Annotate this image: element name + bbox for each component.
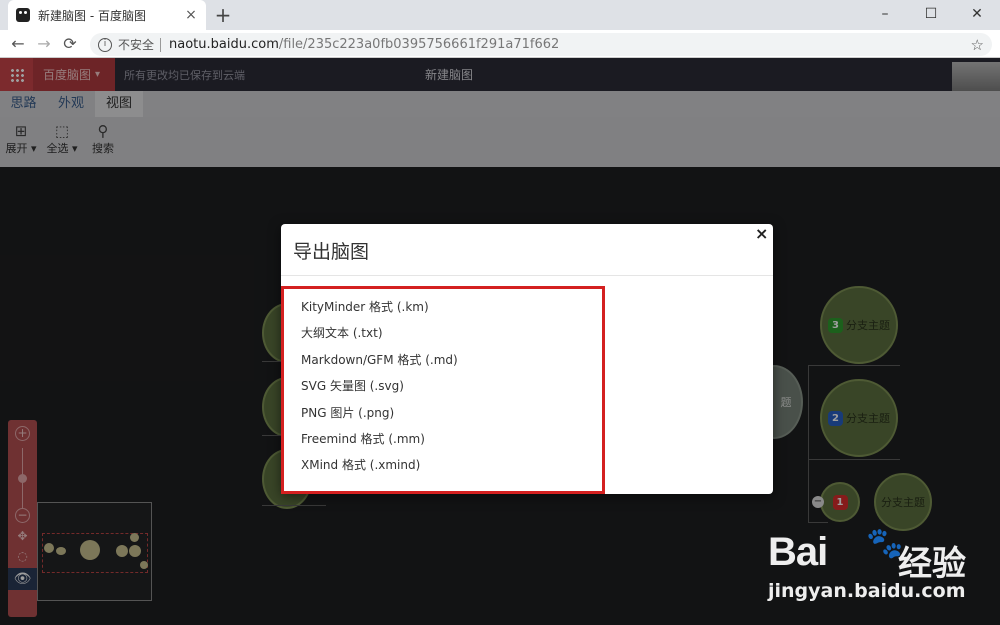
- url-separator: [160, 37, 162, 52]
- forward-icon[interactable]: →: [34, 34, 54, 54]
- address-bar-row: ← → ⟳ i 不安全 naotu.baidu.com /file/235c22…: [0, 30, 1000, 58]
- maximize-icon[interactable]: ☐: [908, 0, 954, 30]
- export-format-mm[interactable]: Freemind 格式 (.mm): [301, 430, 425, 447]
- new-tab-button[interactable]: +: [212, 3, 234, 27]
- export-format-md[interactable]: Markdown/GFM 格式 (.md): [301, 351, 458, 368]
- tab-title: 新建脑图 - 百度脑图: [38, 8, 146, 23]
- window-close-icon[interactable]: ✕: [954, 0, 1000, 30]
- browser-tab-bar: 新建脑图 - 百度脑图 × + – ☐ ✕: [0, 0, 1000, 30]
- url-field[interactable]: i 不安全 naotu.baidu.com /file/235c223a0fb0…: [90, 33, 992, 56]
- baidu-favicon-icon: [16, 8, 30, 22]
- dialog-title: 导出脑图: [281, 224, 773, 276]
- watermark-brand: Bai: [768, 530, 828, 574]
- browser-tab[interactable]: 新建脑图 - 百度脑图 ×: [8, 0, 206, 30]
- url-host: naotu.baidu.com: [169, 37, 279, 52]
- security-label: 不安全: [118, 38, 155, 52]
- export-format-txt[interactable]: 大纲文本 (.txt): [301, 324, 383, 341]
- baidu-jingyan-watermark: Bai 🐾 经验 jingyan.baidu.com: [768, 526, 1000, 625]
- export-format-svg[interactable]: SVG 矢量图 (.svg): [301, 377, 404, 394]
- watermark-url: jingyan.baidu.com: [768, 580, 966, 602]
- info-icon[interactable]: i: [98, 37, 112, 52]
- url-path: /file/235c223a0fb0395756661f291a71f662: [278, 37, 560, 52]
- export-dialog: 导出脑图 × KityMinder 格式 (.km) 大纲文本 (.txt) M…: [281, 224, 773, 494]
- minimize-icon[interactable]: –: [862, 0, 908, 30]
- bookmark-star-icon[interactable]: ☆: [971, 36, 984, 54]
- close-icon[interactable]: ×: [755, 224, 768, 243]
- export-format-km[interactable]: KityMinder 格式 (.km): [301, 298, 429, 315]
- tab-close-icon[interactable]: ×: [184, 7, 198, 23]
- reload-icon[interactable]: ⟳: [60, 34, 80, 54]
- watermark-cn: 经验: [898, 544, 966, 584]
- export-format-png[interactable]: PNG 图片 (.png): [301, 404, 394, 421]
- back-icon[interactable]: ←: [8, 34, 28, 54]
- export-format-xmind[interactable]: XMind 格式 (.xmind): [301, 456, 420, 473]
- export-format-list: KityMinder 格式 (.km) 大纲文本 (.txt) Markdown…: [281, 286, 605, 494]
